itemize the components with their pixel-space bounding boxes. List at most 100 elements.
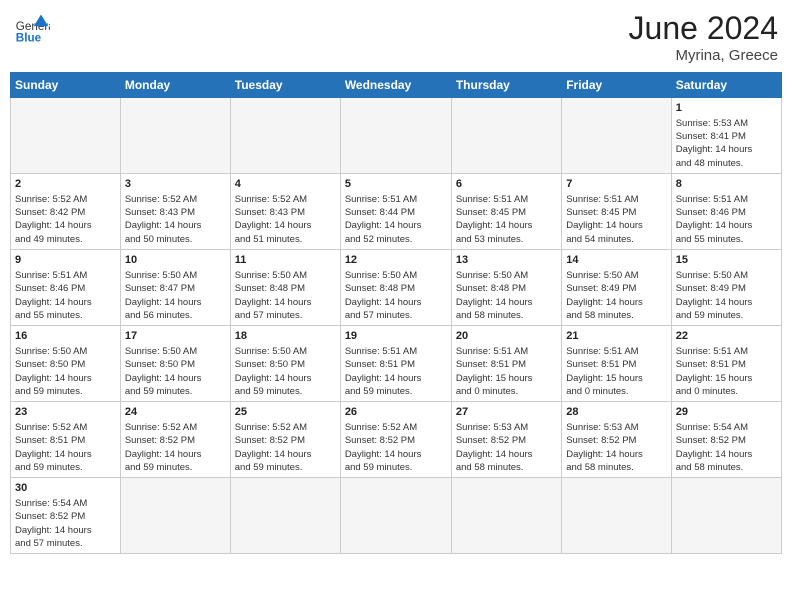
calendar-cell: 1Sunrise: 5:53 AM Sunset: 8:41 PM Daylig… [671,98,781,174]
day-number: 4 [235,177,336,192]
calendar-cell: 29Sunrise: 5:54 AM Sunset: 8:52 PM Dayli… [671,402,781,478]
day-number: 28 [566,405,666,420]
week-row-1: 2Sunrise: 5:52 AM Sunset: 8:42 PM Daylig… [11,174,782,250]
day-number: 26 [345,405,447,420]
calendar-cell: 5Sunrise: 5:51 AM Sunset: 8:44 PM Daylig… [340,174,451,250]
day-info: Sunrise: 5:51 AM Sunset: 8:51 PM Dayligh… [676,345,777,398]
day-number: 20 [456,329,557,344]
day-number: 15 [676,253,777,268]
calendar-cell [451,478,561,554]
day-info: Sunrise: 5:52 AM Sunset: 8:52 PM Dayligh… [125,421,226,474]
weekday-header-row: SundayMondayTuesdayWednesdayThursdayFrid… [11,73,782,98]
day-info: Sunrise: 5:52 AM Sunset: 8:52 PM Dayligh… [235,421,336,474]
title-area: June 2024 Myrina, Greece [629,10,778,64]
day-number: 22 [676,329,777,344]
day-info: Sunrise: 5:51 AM Sunset: 8:44 PM Dayligh… [345,193,447,246]
day-info: Sunrise: 5:51 AM Sunset: 8:51 PM Dayligh… [456,345,557,398]
day-number: 2 [15,177,116,192]
calendar-cell: 17Sunrise: 5:50 AM Sunset: 8:50 PM Dayli… [120,326,230,402]
day-number: 6 [456,177,557,192]
day-info: Sunrise: 5:50 AM Sunset: 8:50 PM Dayligh… [15,345,116,398]
week-row-4: 23Sunrise: 5:52 AM Sunset: 8:51 PM Dayli… [11,402,782,478]
calendar-cell: 21Sunrise: 5:51 AM Sunset: 8:51 PM Dayli… [562,326,671,402]
location: Myrina, Greece [629,47,778,64]
day-info: Sunrise: 5:52 AM Sunset: 8:52 PM Dayligh… [345,421,447,474]
day-number: 8 [676,177,777,192]
day-number: 25 [235,405,336,420]
weekday-header-tuesday: Tuesday [230,73,340,98]
day-number: 27 [456,405,557,420]
month-title: June 2024 [629,10,778,47]
day-number: 29 [676,405,777,420]
day-info: Sunrise: 5:50 AM Sunset: 8:50 PM Dayligh… [235,345,336,398]
week-row-2: 9Sunrise: 5:51 AM Sunset: 8:46 PM Daylig… [11,250,782,326]
calendar-cell: 26Sunrise: 5:52 AM Sunset: 8:52 PM Dayli… [340,402,451,478]
calendar-cell: 13Sunrise: 5:50 AM Sunset: 8:48 PM Dayli… [451,250,561,326]
calendar-cell: 25Sunrise: 5:52 AM Sunset: 8:52 PM Dayli… [230,402,340,478]
day-info: Sunrise: 5:52 AM Sunset: 8:43 PM Dayligh… [235,193,336,246]
calendar-cell [562,478,671,554]
week-row-0: 1Sunrise: 5:53 AM Sunset: 8:41 PM Daylig… [11,98,782,174]
day-number: 24 [125,405,226,420]
day-number: 17 [125,329,226,344]
day-info: Sunrise: 5:53 AM Sunset: 8:52 PM Dayligh… [566,421,666,474]
day-info: Sunrise: 5:50 AM Sunset: 8:48 PM Dayligh… [345,269,447,322]
calendar-cell: 28Sunrise: 5:53 AM Sunset: 8:52 PM Dayli… [562,402,671,478]
calendar-body: 1Sunrise: 5:53 AM Sunset: 8:41 PM Daylig… [11,98,782,554]
calendar-cell: 12Sunrise: 5:50 AM Sunset: 8:48 PM Dayli… [340,250,451,326]
day-info: Sunrise: 5:51 AM Sunset: 8:46 PM Dayligh… [15,269,116,322]
weekday-header-thursday: Thursday [451,73,561,98]
calendar-cell [451,98,561,174]
weekday-header-sunday: Sunday [11,73,121,98]
calendar-cell [671,478,781,554]
day-info: Sunrise: 5:50 AM Sunset: 8:48 PM Dayligh… [235,269,336,322]
day-number: 3 [125,177,226,192]
calendar-cell: 2Sunrise: 5:52 AM Sunset: 8:42 PM Daylig… [11,174,121,250]
day-number: 12 [345,253,447,268]
weekday-header-friday: Friday [562,73,671,98]
day-info: Sunrise: 5:50 AM Sunset: 8:50 PM Dayligh… [125,345,226,398]
calendar-cell: 16Sunrise: 5:50 AM Sunset: 8:50 PM Dayli… [11,326,121,402]
calendar-cell: 18Sunrise: 5:50 AM Sunset: 8:50 PM Dayli… [230,326,340,402]
weekday-header-wednesday: Wednesday [340,73,451,98]
calendar-cell: 7Sunrise: 5:51 AM Sunset: 8:45 PM Daylig… [562,174,671,250]
calendar-cell: 19Sunrise: 5:51 AM Sunset: 8:51 PM Dayli… [340,326,451,402]
day-number: 18 [235,329,336,344]
page-header: General Blue June 2024 Myrina, Greece [10,10,782,64]
calendar-cell: 14Sunrise: 5:50 AM Sunset: 8:49 PM Dayli… [562,250,671,326]
calendar-cell: 11Sunrise: 5:50 AM Sunset: 8:48 PM Dayli… [230,250,340,326]
day-number: 7 [566,177,666,192]
day-info: Sunrise: 5:52 AM Sunset: 8:42 PM Dayligh… [15,193,116,246]
day-info: Sunrise: 5:50 AM Sunset: 8:48 PM Dayligh… [456,269,557,322]
logo: General Blue [14,10,50,46]
calendar-cell: 3Sunrise: 5:52 AM Sunset: 8:43 PM Daylig… [120,174,230,250]
calendar-cell: 22Sunrise: 5:51 AM Sunset: 8:51 PM Dayli… [671,326,781,402]
calendar-cell: 15Sunrise: 5:50 AM Sunset: 8:49 PM Dayli… [671,250,781,326]
day-number: 10 [125,253,226,268]
week-row-3: 16Sunrise: 5:50 AM Sunset: 8:50 PM Dayli… [11,326,782,402]
day-info: Sunrise: 5:52 AM Sunset: 8:51 PM Dayligh… [15,421,116,474]
calendar-table: SundayMondayTuesdayWednesdayThursdayFrid… [10,72,782,554]
day-number: 11 [235,253,336,268]
day-number: 13 [456,253,557,268]
calendar-cell: 10Sunrise: 5:50 AM Sunset: 8:47 PM Dayli… [120,250,230,326]
day-number: 30 [15,481,116,496]
svg-text:Blue: Blue [16,32,42,45]
weekday-header-monday: Monday [120,73,230,98]
weekday-header-saturday: Saturday [671,73,781,98]
day-info: Sunrise: 5:50 AM Sunset: 8:47 PM Dayligh… [125,269,226,322]
day-info: Sunrise: 5:54 AM Sunset: 8:52 PM Dayligh… [15,497,116,550]
day-info: Sunrise: 5:51 AM Sunset: 8:46 PM Dayligh… [676,193,777,246]
calendar-cell [230,478,340,554]
calendar-cell: 27Sunrise: 5:53 AM Sunset: 8:52 PM Dayli… [451,402,561,478]
calendar-cell [340,98,451,174]
calendar-cell: 4Sunrise: 5:52 AM Sunset: 8:43 PM Daylig… [230,174,340,250]
calendar-cell [562,98,671,174]
calendar-cell [230,98,340,174]
calendar-cell: 23Sunrise: 5:52 AM Sunset: 8:51 PM Dayli… [11,402,121,478]
day-info: Sunrise: 5:53 AM Sunset: 8:41 PM Dayligh… [676,117,777,170]
day-info: Sunrise: 5:54 AM Sunset: 8:52 PM Dayligh… [676,421,777,474]
week-row-5: 30Sunrise: 5:54 AM Sunset: 8:52 PM Dayli… [11,478,782,554]
calendar-cell: 8Sunrise: 5:51 AM Sunset: 8:46 PM Daylig… [671,174,781,250]
day-number: 9 [15,253,116,268]
